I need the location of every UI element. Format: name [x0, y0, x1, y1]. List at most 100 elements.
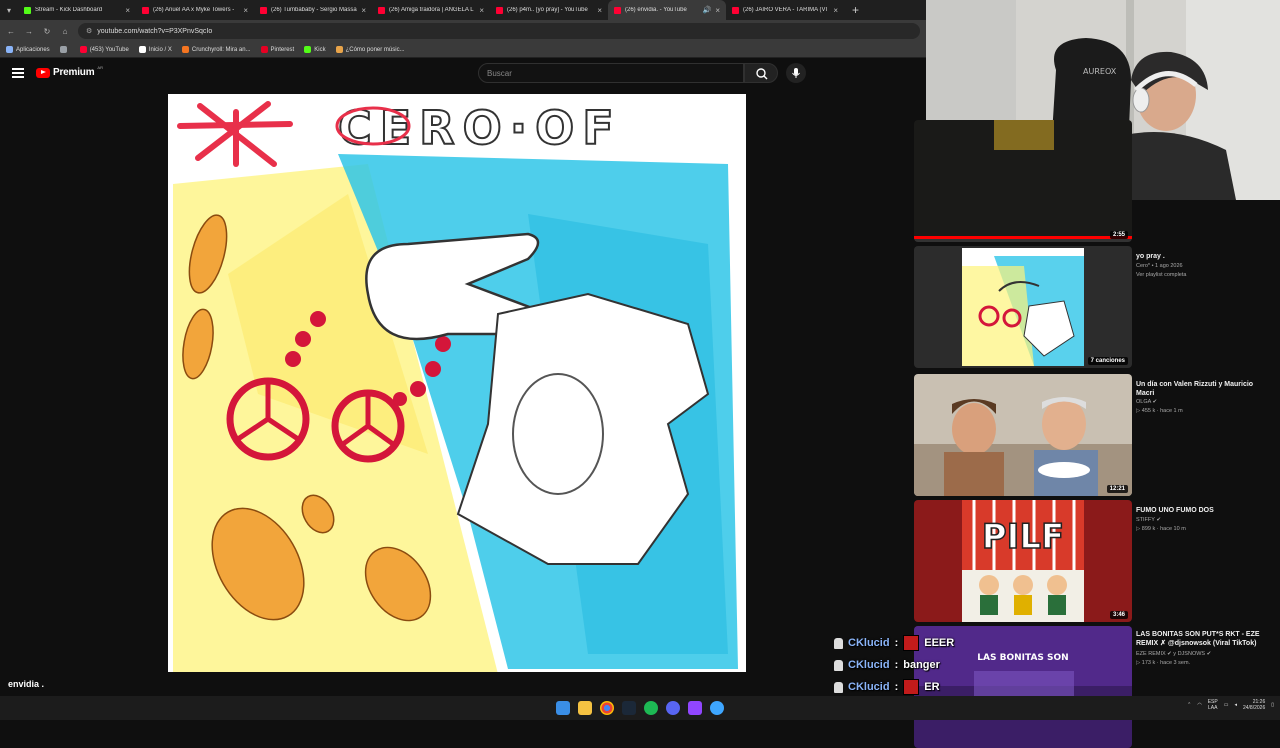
- bookmarks-bar: Aplicaciones (453) YouTube Inicio / X Crunc…: [0, 42, 926, 58]
- bookmark-item[interactable]: Aplicaciones: [6, 46, 50, 53]
- bookmark-item[interactable]: Kick: [304, 46, 326, 53]
- video-thumbnail[interactable]: 7 canciones: [914, 246, 1132, 368]
- album-artwork: CERO·OF: [173, 100, 738, 674]
- recommendation-title[interactable]: LAS BONITAS SON PUT*S RKT - EZE REMIX ✗ …: [1136, 630, 1260, 648]
- wifi-icon[interactable]: ◠: [1197, 702, 1201, 708]
- recommendation-title[interactable]: yo pray .: [1136, 252, 1260, 261]
- reload-icon[interactable]: ↻: [42, 27, 52, 36]
- browser-tab[interactable]: (26) Anuel AA x Myke Towers - ×: [136, 0, 254, 20]
- tab-close-icon[interactable]: ×: [833, 6, 838, 15]
- tab-favicon-icon: [142, 6, 149, 14]
- url-omnibox[interactable]: ⚙ youtube.com/watch?v=P3XPnvSqcIo: [78, 23, 920, 39]
- home-icon[interactable]: ⌂: [60, 27, 70, 36]
- recommendations-list: 2:55 7 canciones yo pray . Cero* • 1 ago 20…: [914, 120, 1280, 748]
- youtube-premium-logo[interactable]: Premium AR: [36, 65, 103, 78]
- chat-text: banger: [903, 659, 940, 671]
- chat-emote-icon: [903, 635, 920, 651]
- bookmark-item[interactable]: Crunchyroll: Mira an...: [181, 46, 251, 53]
- apps-grid-icon: [6, 46, 13, 53]
- spotify-icon[interactable]: [644, 701, 658, 715]
- file-explorer-icon[interactable]: [578, 701, 592, 715]
- recommendation-title[interactable]: FUMO UNO FUMO DOS: [1136, 506, 1260, 515]
- bookmark-label: Pinterest: [270, 46, 295, 53]
- bookmark-item[interactable]: [59, 46, 70, 53]
- recommendation-channel[interactable]: OLGA ✔: [1136, 398, 1260, 406]
- search-button[interactable]: [744, 63, 778, 83]
- chat-badge-icon: [834, 637, 843, 649]
- browser-tab[interactable]: (26) Amiga traidora | ANGELA L ×: [372, 0, 490, 20]
- site-info-icon[interactable]: ⚙: [86, 27, 92, 35]
- recommendation-stats: ▷ 455 k · hace 1 m: [1136, 408, 1183, 414]
- chat-separator: :: [894, 637, 899, 649]
- youtube-header: Premium AR Buscar: [0, 58, 926, 90]
- address-bar-row: ← → ↻ ⌂ ⚙ youtube.com/watch?v=P3XPnvSqcI…: [0, 20, 926, 42]
- tab-favicon-icon: [378, 6, 385, 14]
- browser-tab[interactable]: (26) envidia. - YouTube 🔊 ×: [608, 0, 726, 20]
- recommendation-stats: Ver playlist completa: [1136, 272, 1187, 278]
- video-thumbnail[interactable]: PILF 3:46: [914, 500, 1132, 622]
- video-thumbnail[interactable]: 2:55: [914, 120, 1132, 242]
- tab-close-icon[interactable]: ×: [243, 6, 248, 15]
- microphone-icon: [792, 68, 800, 78]
- browser-tab[interactable]: (26) p4m.. [yo pray] - YouTube ×: [490, 0, 608, 20]
- discord-icon[interactable]: [666, 701, 680, 715]
- tab-label: (26) envidia. - YouTube: [625, 7, 687, 13]
- pilf-text: PILF: [982, 517, 1064, 557]
- network-icon[interactable]: ▭: [1224, 702, 1229, 708]
- thumbnail-image: [914, 246, 1132, 368]
- tab-label: (26) Amiga traidora | ANGELA L: [389, 7, 474, 13]
- recommendation-title[interactable]: Un día con Valen Rizzuti y Mauricio Macr…: [1136, 380, 1260, 398]
- tab-list: Stream - Kick Dashboard × (26) Anuel AA x …: [18, 0, 844, 20]
- browser-tab[interactable]: Stream - Kick Dashboard ×: [18, 0, 136, 20]
- voice-search-button[interactable]: [786, 63, 806, 83]
- tab-close-icon[interactable]: ×: [479, 6, 484, 15]
- thumbnail-image: [914, 374, 1132, 496]
- bookmark-item[interactable]: Pinterest: [260, 46, 295, 53]
- chat-username: CKlucid: [848, 681, 890, 693]
- search-input[interactable]: Buscar: [478, 63, 744, 83]
- notification-icon[interactable]: ▯: [1271, 702, 1274, 708]
- obs-icon[interactable]: [688, 701, 702, 715]
- tab-audio-icon[interactable]: 🔊: [703, 6, 712, 14]
- thumbnail-image: [914, 120, 1132, 242]
- video-player[interactable]: CERO·OF: [168, 94, 746, 674]
- recommendation-channel[interactable]: EZE REMIX ✔ y DJSNOWS ✔: [1136, 650, 1260, 658]
- bookmark-label: ¿Cómo poner músic...: [345, 46, 405, 53]
- recommendation-channel[interactable]: Cero* • 1 ago 2026: [1136, 262, 1260, 270]
- browser-tab[interactable]: (26) JAIRO VERA - TARIMA (VI ×: [726, 0, 844, 20]
- app-icon[interactable]: [710, 701, 724, 715]
- volume-icon[interactable]: ◂: [1234, 702, 1237, 708]
- bookmark-item[interactable]: (453) YouTube: [79, 46, 129, 53]
- chat-username: CKlucid: [848, 659, 890, 671]
- new-tab-button[interactable]: +: [844, 3, 867, 17]
- forward-icon[interactable]: →: [24, 27, 34, 36]
- chat-emote-icon: [903, 679, 920, 695]
- logo-word: Premium: [53, 67, 95, 78]
- hamburger-menu-icon[interactable]: [12, 68, 24, 78]
- video-thumbnail[interactable]: 12:21: [914, 374, 1132, 496]
- chrome-icon[interactable]: [600, 701, 614, 715]
- bookmark-item[interactable]: ¿Cómo poner músic...: [335, 46, 405, 53]
- tab-close-icon[interactable]: ×: [361, 6, 366, 15]
- tab-label: (26) p4m.. [yo pray] - YouTube: [507, 7, 588, 13]
- chat-text: EEER: [924, 637, 955, 649]
- steam-icon[interactable]: [622, 701, 636, 715]
- language-indicator[interactable]: ESP LAA: [1208, 699, 1218, 711]
- start-icon[interactable]: [556, 701, 570, 715]
- search-icon: [756, 68, 768, 80]
- tab-close-icon[interactable]: ×: [597, 6, 602, 15]
- clock[interactable]: 21:26 24/8/2026: [1243, 699, 1265, 711]
- back-icon[interactable]: ←: [6, 27, 16, 36]
- tab-close-icon[interactable]: ×: [125, 6, 130, 15]
- tray-chevron-icon[interactable]: ⌃: [1187, 702, 1191, 708]
- search-placeholder: Buscar: [487, 69, 512, 78]
- browser-tab[interactable]: (26) Tumbababy - Sergio Massa ×: [254, 0, 372, 20]
- chat-separator: :: [894, 659, 899, 671]
- tab-label: (26) Anuel AA x Myke Towers -: [153, 7, 235, 13]
- recommendation-channel[interactable]: STIFFY ✔: [1136, 516, 1260, 524]
- bookmark-label: (453) YouTube: [89, 46, 129, 53]
- bookmark-item[interactable]: Inicio / X: [138, 46, 172, 53]
- tab-label: Stream - Kick Dashboard: [35, 7, 103, 13]
- tab-search-icon[interactable]: ▾: [0, 0, 18, 20]
- tab-close-icon[interactable]: ×: [715, 6, 720, 15]
